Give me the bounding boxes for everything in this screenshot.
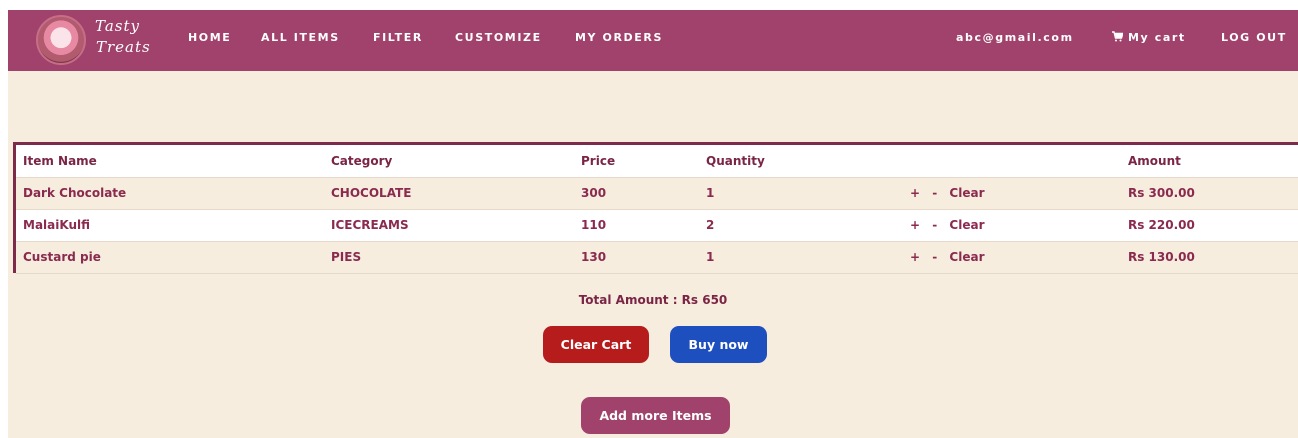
table-row: Custard pie PIES 130 1 + - Clear Rs 130.…	[16, 241, 1298, 273]
item-quantity: 1	[706, 186, 715, 200]
header-category: Category	[331, 153, 393, 168]
clear-item-button[interactable]: Clear	[949, 218, 984, 232]
brand-line-1: Tasty	[95, 17, 140, 35]
item-quantity: 2	[706, 218, 715, 232]
brand-name[interactable]: Tasty Treats	[95, 16, 151, 58]
increase-quantity-button[interactable]: +	[910, 218, 920, 232]
item-category: CHOCOLATE	[331, 186, 412, 200]
nav-all-items[interactable]: ALL ITEMS	[261, 31, 340, 44]
logo-image[interactable]	[36, 15, 86, 65]
nav-filter[interactable]: FILTER	[373, 31, 423, 44]
item-category: ICECREAMS	[331, 218, 409, 232]
table-row: MalaiKulfi ICECREAMS 110 2 + - Clear Rs …	[16, 209, 1298, 241]
item-price: 300	[581, 186, 607, 200]
header-amount: Amount	[1128, 153, 1181, 168]
increase-quantity-button[interactable]: +	[910, 186, 920, 200]
nav-home[interactable]: HOME	[188, 31, 231, 44]
clear-item-button[interactable]: Clear	[949, 186, 984, 200]
item-amount: Rs 300.00	[1128, 186, 1195, 200]
item-price: 130	[581, 250, 607, 264]
increase-quantity-button[interactable]: +	[910, 250, 920, 264]
buy-now-button[interactable]: Buy now	[670, 326, 767, 363]
table-row: Dark Chocolate CHOCOLATE 300 1 + - Clear…	[16, 177, 1298, 209]
nav-customize[interactable]: CUSTOMIZE	[455, 31, 542, 44]
cart-icon	[1112, 31, 1123, 42]
clear-cart-button[interactable]: Clear Cart	[543, 326, 649, 363]
brand-line-2: Treats	[96, 38, 151, 56]
nav-my-orders[interactable]: MY ORDERS	[575, 31, 663, 44]
item-amount: Rs 130.00	[1128, 250, 1195, 264]
item-price: 110	[581, 218, 607, 232]
item-name: Dark Chocolate	[23, 186, 127, 200]
page-frame: Tasty Treats HOME ALL ITEMS FILTER CUSTO…	[8, 10, 1298, 438]
item-actions: + - Clear	[896, 177, 1128, 209]
decrease-quantity-button[interactable]: -	[932, 250, 937, 264]
nav-my-cart[interactable]: My cart	[1112, 31, 1186, 44]
item-amount: Rs 220.00	[1128, 218, 1195, 232]
decrease-quantity-button[interactable]: -	[932, 218, 937, 232]
nav-logout[interactable]: LOG OUT	[1221, 31, 1287, 44]
table-header-row: Item Name Category Price Quantity Amount	[16, 145, 1298, 177]
total-amount: Total Amount : Rs 650	[578, 293, 728, 307]
item-name: Custard pie	[23, 250, 101, 264]
item-name: MalaiKulfi	[23, 218, 91, 232]
cart-table: Item Name Category Price Quantity Amount…	[13, 142, 1298, 273]
user-email[interactable]: abc@gmail.com	[956, 31, 1074, 44]
item-category: PIES	[331, 250, 362, 264]
item-actions: + - Clear	[896, 209, 1128, 241]
item-quantity: 1	[706, 250, 715, 264]
item-actions: + - Clear	[896, 241, 1128, 273]
header-price: Price	[581, 153, 616, 168]
add-more-items-button[interactable]: Add more Items	[581, 397, 730, 434]
navbar: Tasty Treats HOME ALL ITEMS FILTER CUSTO…	[8, 10, 1298, 71]
clear-item-button[interactable]: Clear	[949, 250, 984, 264]
header-quantity: Quantity	[706, 153, 765, 168]
nav-my-cart-label: My cart	[1128, 31, 1186, 44]
header-item-name: Item Name	[23, 153, 97, 168]
header-actions	[896, 145, 1128, 177]
decrease-quantity-button[interactable]: -	[932, 186, 937, 200]
